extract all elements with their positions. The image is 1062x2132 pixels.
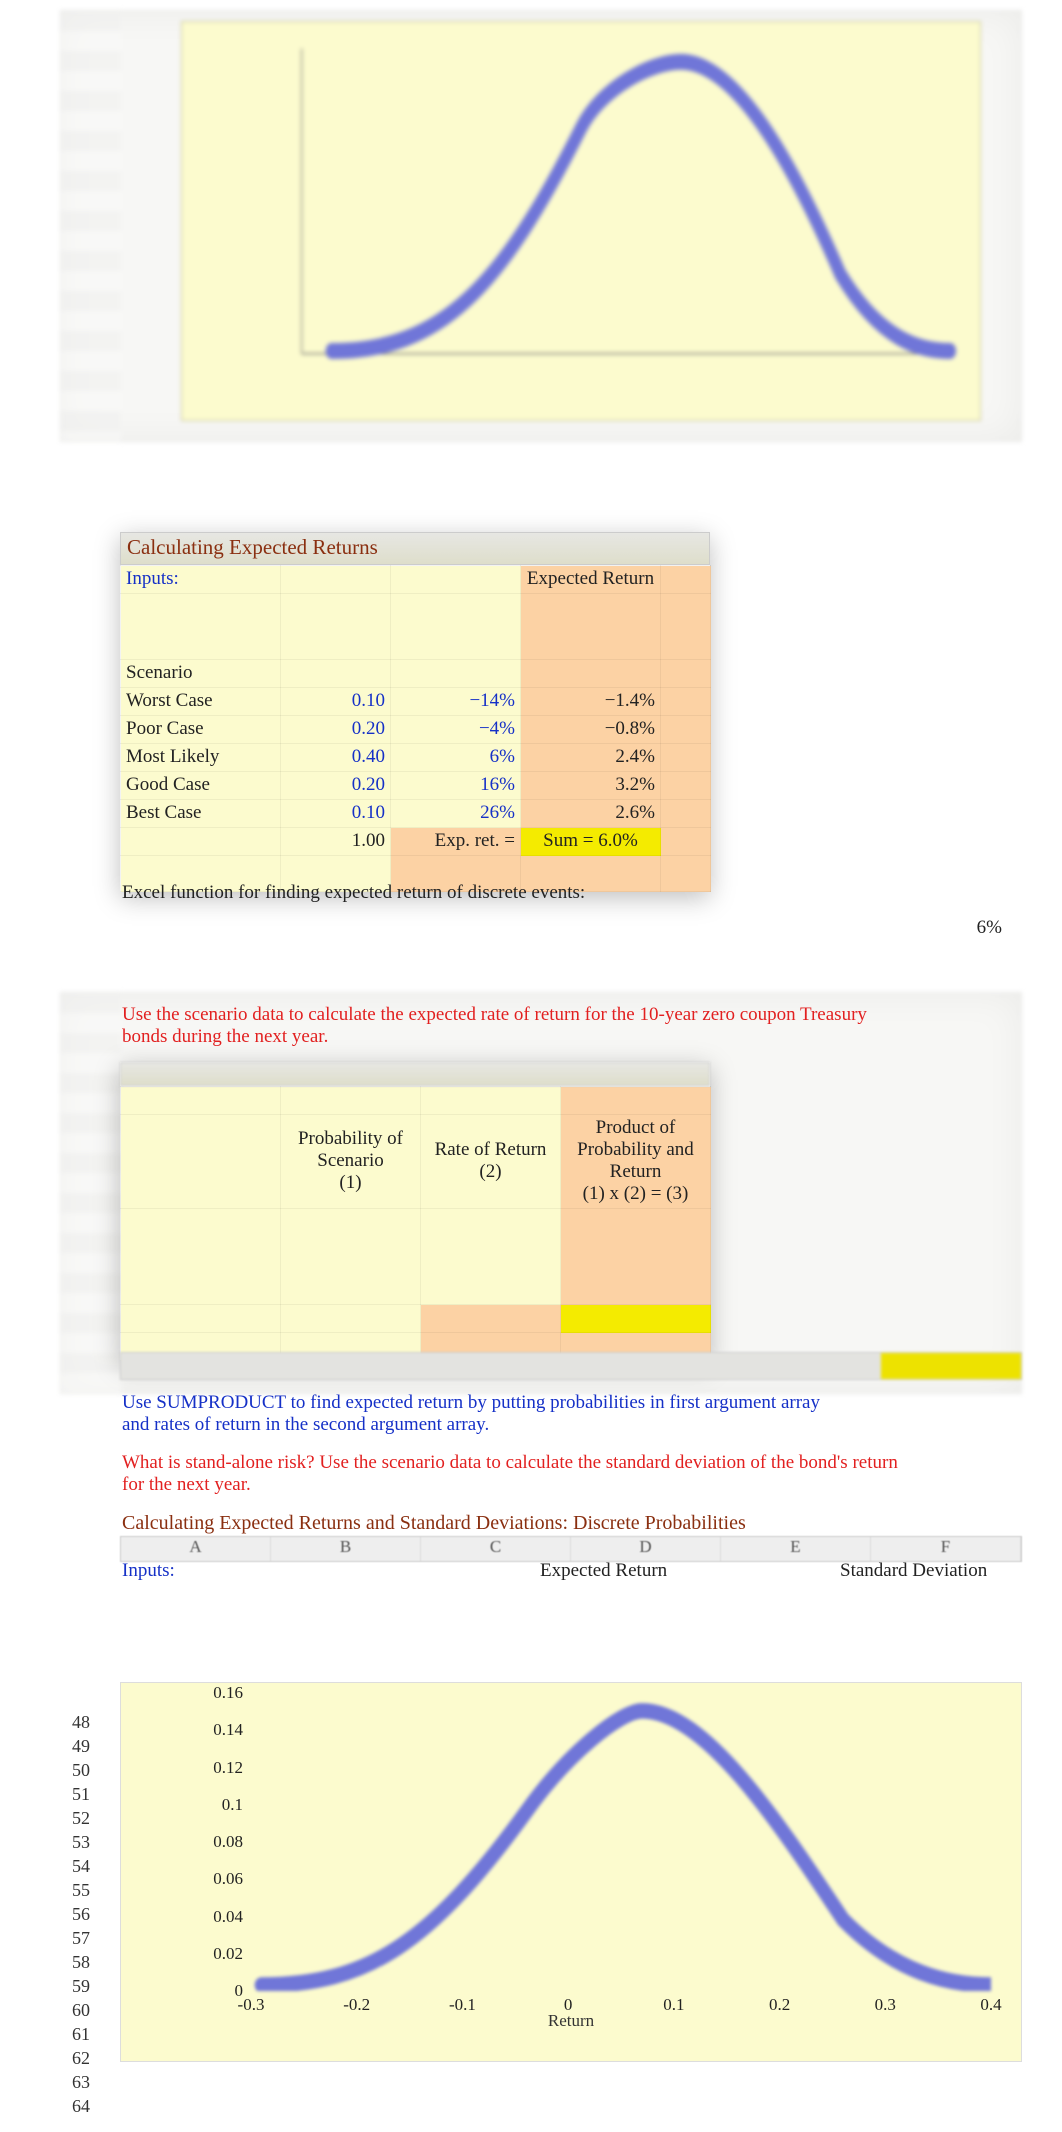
std-header: Standard Deviation bbox=[840, 1560, 987, 1582]
section2-prompt: Use the scenario data to calculate the e… bbox=[122, 1004, 902, 1048]
y-tick: 0.1 bbox=[222, 1795, 251, 1815]
y-tick: 0.06 bbox=[213, 1869, 251, 1889]
table-row: Most Likely 0.40 6% 2.4% bbox=[121, 744, 711, 772]
scenario-header: Scenario bbox=[121, 660, 281, 688]
x-tick: 0.1 bbox=[663, 1991, 684, 2015]
expret-header: Expected Return bbox=[521, 566, 661, 594]
y-tick: 0.08 bbox=[213, 1832, 251, 1852]
sum-result: Sum = 6.0% bbox=[521, 828, 661, 856]
expret-header-2: Expected Return bbox=[540, 1560, 667, 1582]
x-tick: -0.3 bbox=[238, 1991, 265, 2015]
inputs-label-2: Inputs: bbox=[122, 1560, 175, 1582]
table-row: Poor Case 0.20 −4% −0.8% bbox=[121, 716, 711, 744]
row-numbers: 4849505152535455565758596061626364 bbox=[60, 1710, 90, 2118]
bell-curve-bottom bbox=[251, 1693, 991, 1991]
y-tick: 0.16 bbox=[213, 1683, 251, 1703]
inputs-label: Inputs: bbox=[121, 566, 281, 594]
col-ret-header: Rate of Return(2) bbox=[421, 1115, 561, 1209]
x-tick: 0.2 bbox=[769, 1991, 790, 2015]
chart-area-top bbox=[181, 21, 981, 421]
table-row: Good Case 0.20 16% 3.2% bbox=[121, 772, 711, 800]
x-axis-label: Return bbox=[548, 2011, 594, 2031]
excel-note: Excel function for finding expected retu… bbox=[122, 882, 1002, 904]
expected-returns-table: Calculating Expected Returns Inputs: Exp… bbox=[120, 532, 710, 892]
formula-bar bbox=[120, 1352, 1022, 1380]
x-tick: -0.1 bbox=[449, 1991, 476, 2015]
column-headers: A B C D E F bbox=[120, 1536, 1022, 1562]
section3-title: Calculating Expected Returns and Standar… bbox=[122, 1512, 1002, 1535]
y-tick: 0.04 bbox=[213, 1907, 251, 1927]
x-tick: 0.4 bbox=[980, 1991, 1001, 2015]
sumproduct-note: Use SUMPRODUCT to find expected return b… bbox=[122, 1392, 822, 1436]
col-prod-header: Product of Probability and Return(1) x (… bbox=[561, 1115, 711, 1209]
scenario-calc-table: Probability of Scenario(1) Rate of Retur… bbox=[120, 1062, 710, 1361]
chart-area-bottom: 00.020.040.060.080.10.120.140.16-0.3-0.2… bbox=[120, 1682, 1022, 2062]
excel-result: 6% bbox=[977, 917, 1002, 939]
y-tick: 0.02 bbox=[213, 1944, 251, 1964]
table-row: Best Case 0.10 26% 2.6% bbox=[121, 800, 711, 828]
expret-label: Exp. ret. = bbox=[391, 828, 521, 856]
y-tick: 0.12 bbox=[213, 1758, 251, 1778]
bell-curve-top bbox=[182, 22, 980, 420]
table-row: Worst Case 0.10 −14% −1.4% bbox=[121, 688, 711, 716]
standalone-risk-question: What is stand-alone risk? Use the scenar… bbox=[122, 1452, 922, 1496]
x-tick: 0.3 bbox=[875, 1991, 896, 2015]
sum-prob: 1.00 bbox=[281, 828, 391, 856]
section1-title: Calculating Expected Returns bbox=[120, 532, 710, 565]
x-tick: -0.2 bbox=[343, 1991, 370, 2015]
y-tick: 0.14 bbox=[213, 1720, 251, 1740]
col-prob-header: Probability of Scenario(1) bbox=[281, 1115, 421, 1209]
top-chart-panel bbox=[60, 10, 1022, 442]
